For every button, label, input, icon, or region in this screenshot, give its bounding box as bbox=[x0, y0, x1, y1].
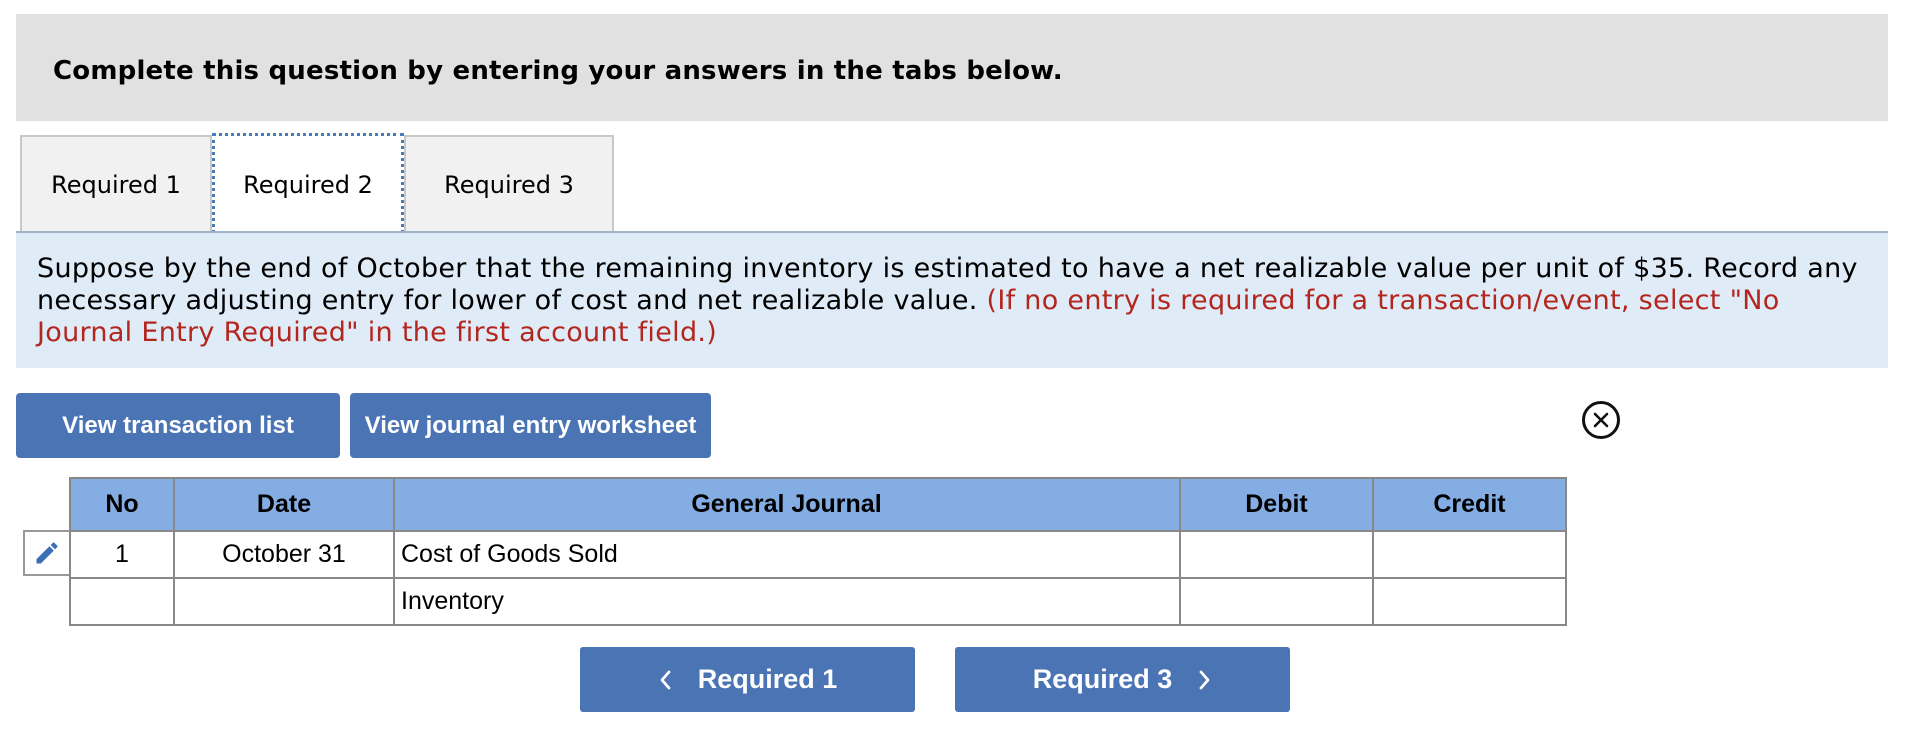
table-row: Inventory bbox=[69, 577, 1567, 626]
header-debit: Debit bbox=[1179, 477, 1374, 532]
table-header-row: No Date General Journal Debit Credit bbox=[69, 477, 1567, 532]
prev-button-label: Required 1 bbox=[697, 664, 838, 694]
cell-date bbox=[173, 577, 395, 626]
prev-required-1-button[interactable]: Required 1 bbox=[580, 647, 915, 712]
close-circle-icon[interactable] bbox=[1582, 401, 1620, 439]
next-button-label: Required 3 bbox=[1032, 664, 1173, 694]
cell-account[interactable]: Inventory bbox=[393, 577, 1181, 626]
header-date: Date bbox=[173, 477, 395, 532]
tab-required-2[interactable]: Required 2 bbox=[212, 133, 404, 233]
pencil-icon[interactable] bbox=[23, 530, 69, 576]
tab-required-3[interactable]: Required 3 bbox=[404, 135, 614, 233]
cell-no bbox=[69, 577, 175, 626]
tab-required-1[interactable]: Required 1 bbox=[20, 135, 212, 233]
header-credit: Credit bbox=[1372, 477, 1567, 532]
view-journal-entry-worksheet-button[interactable]: View journal entry worksheet bbox=[350, 393, 711, 458]
cell-credit[interactable] bbox=[1372, 577, 1567, 626]
next-required-3-button[interactable]: Required 3 bbox=[955, 647, 1290, 712]
cell-account[interactable]: Cost of Goods Sold bbox=[393, 530, 1181, 579]
instructions-title: Complete this question by entering your … bbox=[53, 56, 1063, 86]
instructions-banner: Complete this question by entering your … bbox=[16, 14, 1888, 121]
cell-credit[interactable] bbox=[1372, 530, 1567, 579]
table-row: 1 October 31 Cost of Goods Sold bbox=[69, 530, 1567, 579]
journal-table: No Date General Journal Debit Credit 1 O… bbox=[69, 477, 1567, 626]
chevron-left-icon bbox=[658, 669, 672, 691]
cell-debit[interactable] bbox=[1179, 530, 1374, 579]
chevron-right-icon bbox=[1198, 669, 1212, 691]
header-no: No bbox=[69, 477, 175, 532]
cell-debit[interactable] bbox=[1179, 577, 1374, 626]
question-panel: Suppose by the end of October that the r… bbox=[16, 233, 1888, 368]
header-general-journal: General Journal bbox=[393, 477, 1181, 532]
cell-date: October 31 bbox=[173, 530, 395, 579]
view-transaction-list-button[interactable]: View transaction list bbox=[16, 393, 340, 458]
cell-no: 1 bbox=[69, 530, 175, 579]
